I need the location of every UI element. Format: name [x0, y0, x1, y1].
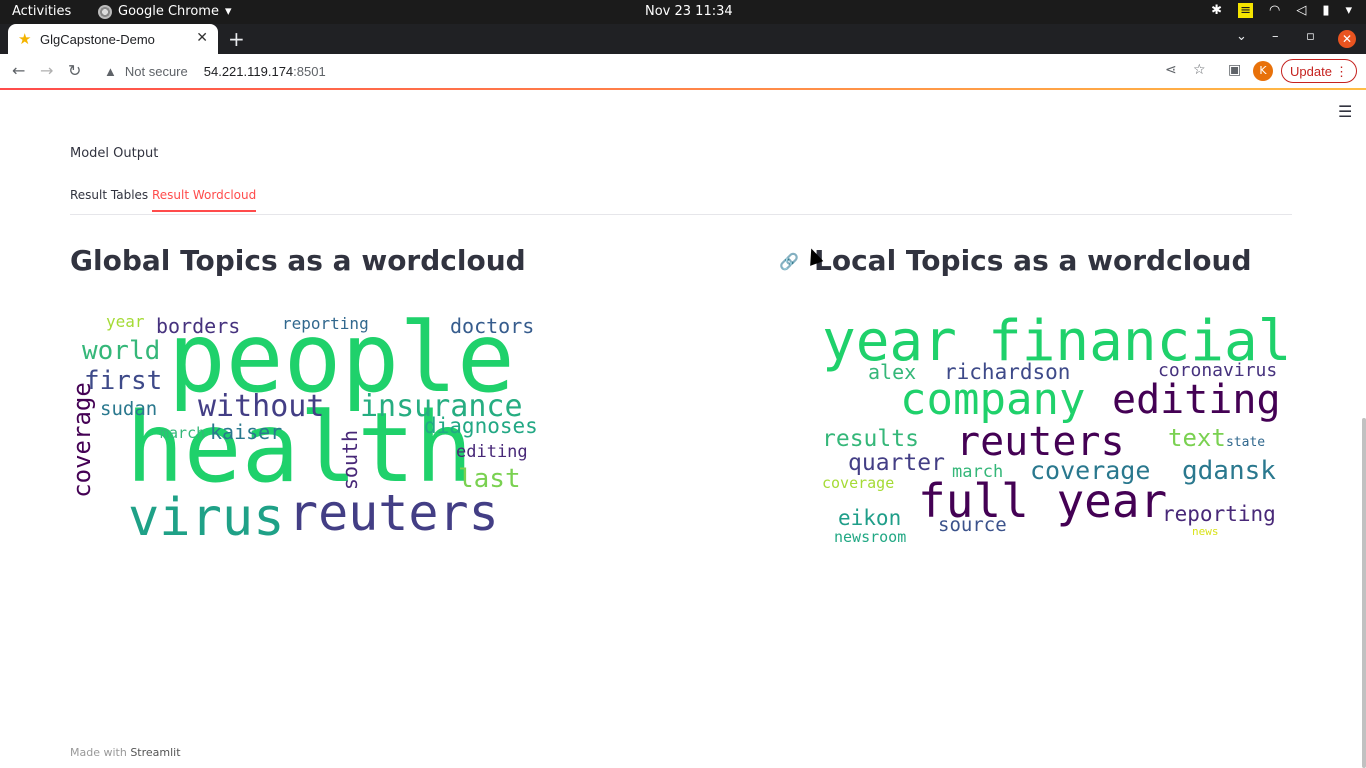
- streamlit-link[interactable]: Streamlit: [130, 746, 180, 759]
- chevron-down-icon[interactable]: ▾: [1345, 3, 1352, 18]
- wordcloud-word: coverage: [67, 382, 96, 498]
- new-tab-button[interactable]: +: [228, 27, 245, 51]
- wordcloud-word: south: [338, 429, 363, 491]
- forward-button[interactable]: →: [40, 61, 53, 80]
- wordcloud-word: kaiser: [210, 420, 283, 444]
- wordcloud-word: editing: [1112, 377, 1281, 423]
- scrollbar[interactable]: [1362, 418, 1366, 768]
- clock[interactable]: Nov 23 11:34: [645, 4, 733, 19]
- wifi-icon[interactable]: ◠: [1269, 3, 1280, 18]
- streamlit-page: ☰ Model Output Result Tables Result Word…: [0, 88, 1366, 768]
- side-panel-icon[interactable]: ▣: [1228, 62, 1241, 78]
- slack-icon[interactable]: ✱: [1211, 3, 1222, 18]
- tab-title: GlgCapstone-Demo: [40, 31, 155, 47]
- wordcloud-word: state: [1226, 435, 1266, 450]
- wordcloud-word: gdansk: [1182, 456, 1276, 486]
- wordcloud-word: world: [82, 336, 161, 366]
- wordcloud-word: reporting: [282, 314, 369, 333]
- local-topics-header: Local Topics as a wordcloud: [814, 244, 1252, 277]
- wordcloud-word: reuters: [288, 484, 499, 542]
- minimize-button[interactable]: –: [1272, 29, 1279, 44]
- tab-result-wordcloud[interactable]: Result Wordcloud: [152, 188, 257, 212]
- wordcloud-word: eikon: [838, 506, 902, 530]
- footer: Made with Streamlit: [70, 746, 181, 759]
- notes-icon[interactable]: ≡: [1238, 3, 1253, 18]
- bookmark-star-icon[interactable]: ☆: [1193, 62, 1206, 78]
- maximize-button[interactable]: ▫: [1306, 29, 1315, 44]
- share-icon[interactable]: ⋖: [1165, 62, 1177, 78]
- link-icon[interactable]: 🔗: [779, 252, 799, 271]
- url-host: 54.221.119.174: [203, 63, 294, 79]
- section-label: Model Output: [70, 146, 159, 161]
- wordcloud-word: virus: [128, 488, 285, 548]
- battery-icon[interactable]: ▮: [1322, 3, 1329, 18]
- address-bar[interactable]: ▲ Not secure 54.221.119.174:8501: [96, 58, 1226, 84]
- wordcloud-word: year: [106, 312, 145, 331]
- local-wordcloud-image: year financial alex richardson coronavir…: [818, 310, 1291, 550]
- wordcloud-word: company: [900, 374, 1086, 425]
- more-icon: ⋮: [1335, 64, 1348, 79]
- wordcloud-word: doctors: [450, 314, 535, 338]
- wordcloud-word: last: [458, 464, 521, 494]
- wordcloud-word: without: [198, 389, 325, 424]
- star-icon: ★: [18, 30, 32, 48]
- browser-toolbar: ← → ↻ ▲ Not secure 54.221.119.174:8501 ⋖…: [0, 54, 1366, 89]
- update-button[interactable]: Update ⋮: [1281, 59, 1357, 83]
- header-decoration: [0, 88, 1366, 90]
- wordcloud-word: march: [160, 424, 206, 442]
- hamburger-menu-icon[interactable]: ☰: [1338, 102, 1352, 121]
- close-icon[interactable]: ✕: [196, 30, 208, 46]
- tab-result-tables[interactable]: Result Tables: [70, 188, 148, 202]
- wordcloud-word: reporting: [1162, 502, 1276, 526]
- app-menu[interactable]: Google Chrome ▾: [98, 4, 232, 19]
- back-button[interactable]: ←: [12, 61, 25, 80]
- wordcloud-word: editing: [456, 442, 528, 462]
- url-port: :8501: [293, 63, 326, 79]
- wordcloud-word: newsroom: [834, 528, 907, 546]
- app-menu-label: Google Chrome: [118, 4, 219, 19]
- wordcloud-word: sudan: [100, 398, 158, 420]
- wordcloud-word: coverage: [822, 474, 895, 492]
- system-top-bar: Activities Google Chrome ▾ Nov 23 11:34 …: [0, 0, 1366, 24]
- browser-tab[interactable]: ★ GlgCapstone-Demo ✕: [8, 24, 218, 54]
- global-topics-header: Global Topics as a wordcloud: [70, 244, 526, 277]
- tab-strip: ★ GlgCapstone-Demo ✕ + ⌄ – ▫ ✕: [0, 24, 1366, 54]
- activities-button[interactable]: Activities: [12, 4, 71, 19]
- window-close-button[interactable]: ✕: [1338, 30, 1356, 48]
- wordcloud-word: quarter: [848, 450, 945, 476]
- tab-search-icon[interactable]: ⌄: [1236, 29, 1247, 44]
- warning-icon[interactable]: ▲: [104, 64, 117, 79]
- tabs-row: Result Tables Result Wordcloud: [70, 186, 1292, 215]
- chevron-down-icon: ▾: [224, 4, 232, 19]
- volume-icon[interactable]: ◁: [1296, 3, 1306, 18]
- profile-avatar[interactable]: K: [1253, 61, 1273, 81]
- wordcloud-word: diagnoses: [424, 414, 538, 438]
- wordcloud-word: news: [1192, 525, 1219, 538]
- global-wordcloud-image: people health virus reuters without insu…: [67, 310, 550, 550]
- security-label[interactable]: Not secure: [125, 64, 188, 79]
- reload-button[interactable]: ↻: [68, 61, 81, 80]
- footer-prefix: Made with: [70, 746, 127, 759]
- system-tray[interactable]: ✱ ≡ ◠ ◁ ▮ ▾: [1211, 3, 1352, 18]
- wordcloud-word: results: [822, 426, 919, 452]
- update-label: Update: [1290, 64, 1332, 79]
- chrome-icon: [98, 4, 112, 19]
- wordcloud-word: text: [1168, 424, 1226, 452]
- wordcloud-word: borders: [156, 314, 241, 338]
- wordcloud-word: source: [938, 514, 1007, 536]
